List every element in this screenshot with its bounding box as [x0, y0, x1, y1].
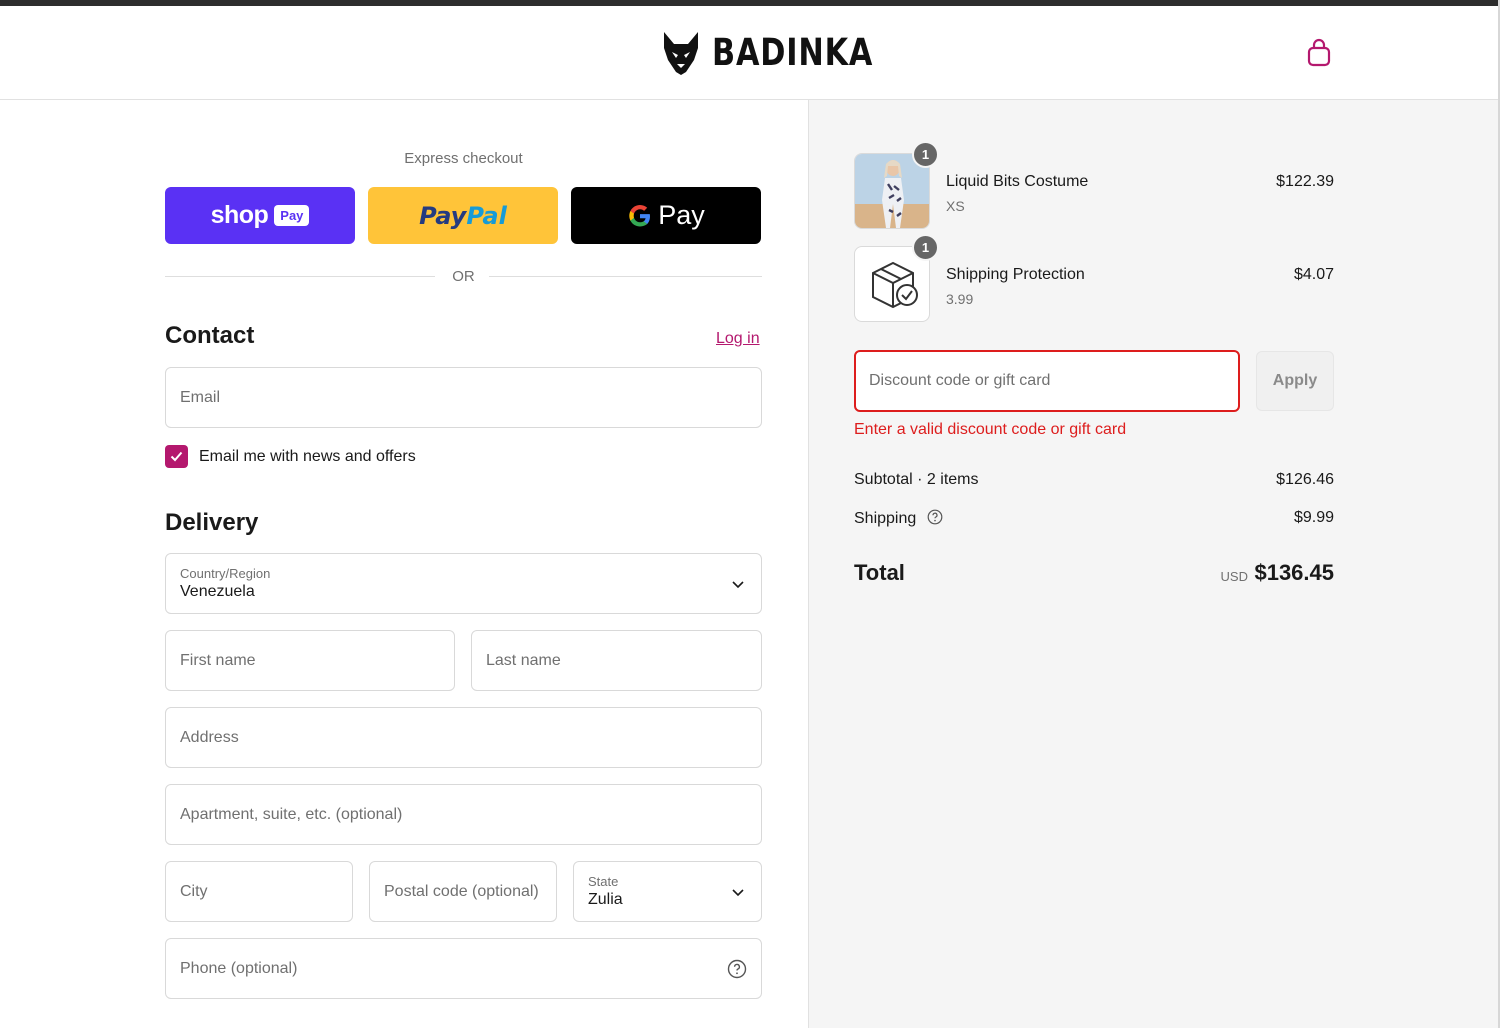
discount-error-message: Enter a valid discount code or gift card: [854, 421, 1127, 438]
state-select[interactable]: State Zulia: [573, 861, 762, 922]
item-variant: 3.99: [946, 291, 974, 307]
delivery-heading: Delivery: [165, 509, 259, 536]
shop-pay-word: shop: [210, 201, 269, 229]
quantity-badge: 1: [912, 141, 939, 168]
or-label: OR: [452, 268, 475, 285]
address-placeholder: Address: [180, 728, 239, 746]
newsletter-checkbox[interactable]: [165, 445, 188, 468]
address-field[interactable]: Address: [165, 707, 762, 768]
apartment-placeholder: Apartment, suite, etc. (optional): [180, 805, 403, 823]
express-checkout-label: Express checkout: [404, 150, 523, 167]
shop-pay-tag: Pay: [274, 205, 310, 226]
line-item: 1 Shipping Protection 3.99 $4.07: [854, 234, 1334, 324]
first-name-placeholder: First name: [180, 651, 256, 669]
total-label: Total: [854, 560, 905, 585]
checkmark-icon: [170, 451, 183, 462]
total-value: $136.45: [1254, 560, 1334, 585]
phone-placeholder: Phone (optional): [180, 959, 298, 977]
postal-code-placeholder: Postal code (optional): [384, 882, 539, 900]
subtotal-value: $126.46: [1276, 471, 1334, 488]
total-row: Total USD $136.45: [854, 560, 1334, 590]
total-currency: USD: [1220, 569, 1248, 584]
login-link[interactable]: Log in: [716, 330, 760, 348]
chevron-down-icon: [732, 888, 744, 896]
google-pay-button[interactable]: Pay: [571, 187, 761, 244]
email-field[interactable]: Email: [165, 367, 762, 428]
newsletter-row[interactable]: Email me with news and offers: [165, 445, 416, 468]
paypal-button[interactable]: PayPal: [368, 187, 558, 244]
item-variant: XS: [946, 198, 965, 214]
shopping-bag-icon: [1307, 38, 1331, 67]
item-price: $4.07: [1293, 266, 1334, 283]
discount-placeholder: Discount code or gift card: [869, 372, 1051, 389]
checkout-form-column: Express checkout shop Pay PayPal Pay OR …: [0, 100, 808, 1028]
item-price: $122.39: [1276, 173, 1334, 190]
postal-code-field[interactable]: Postal code (optional): [369, 861, 557, 922]
google-pay-word: Pay: [658, 200, 705, 230]
item-name: Shipping Protection: [946, 266, 1085, 283]
apartment-field[interactable]: Apartment, suite, etc. (optional): [165, 784, 762, 845]
contact-heading: Contact: [165, 322, 255, 349]
site-header: BADINKA: [0, 6, 1500, 100]
help-circle-icon[interactable]: [927, 509, 943, 525]
shipping-value: $9.99: [1293, 509, 1334, 526]
newsletter-label: Email me with news and offers: [199, 447, 416, 465]
country-select[interactable]: Country/Region Venezuela: [165, 553, 762, 614]
country-label: Country/Region: [180, 566, 271, 581]
last-name-placeholder: Last name: [486, 651, 561, 669]
subtotal-label: Subtotal · 2 items: [854, 471, 979, 488]
email-placeholder: Email: [180, 388, 221, 406]
quantity-badge: 1: [912, 234, 939, 261]
discount-input[interactable]: Discount code or gift card: [854, 350, 1240, 412]
state-value: Zulia: [588, 891, 623, 908]
help-circle-icon[interactable]: [727, 959, 747, 979]
fox-logo-icon: [664, 32, 698, 75]
shipping-row: Shipping $9.99: [854, 509, 1334, 528]
first-name-field[interactable]: First name: [165, 630, 455, 691]
paypal-wordmark: PayPal: [419, 201, 507, 230]
phone-field[interactable]: Phone (optional): [165, 938, 762, 999]
google-g-icon: [629, 204, 651, 226]
cart-button[interactable]: [1305, 38, 1333, 68]
order-summary-column: 1 Liquid Bits Costume XS $122.39 1 Shipp…: [808, 100, 1500, 1028]
shipping-label: Shipping: [854, 510, 917, 527]
brand-logo[interactable]: BADINKA: [660, 30, 909, 76]
line-item: 1 Liquid Bits Costume XS $122.39: [854, 141, 1334, 231]
country-value: Venezuela: [180, 583, 255, 600]
apply-discount-button[interactable]: Apply: [1256, 351, 1334, 411]
city-field[interactable]: City: [165, 861, 353, 922]
chevron-down-icon: [732, 580, 744, 588]
state-label: State: [588, 874, 619, 889]
city-placeholder: City: [180, 882, 208, 900]
shop-pay-button[interactable]: shop Pay: [165, 187, 355, 244]
brand-name: BADINKA: [712, 31, 874, 74]
subtotal-row: Subtotal · 2 items $126.46: [854, 471, 1334, 489]
or-divider: OR: [165, 266, 762, 286]
item-name: Liquid Bits Costume: [946, 173, 1089, 190]
last-name-field[interactable]: Last name: [471, 630, 762, 691]
